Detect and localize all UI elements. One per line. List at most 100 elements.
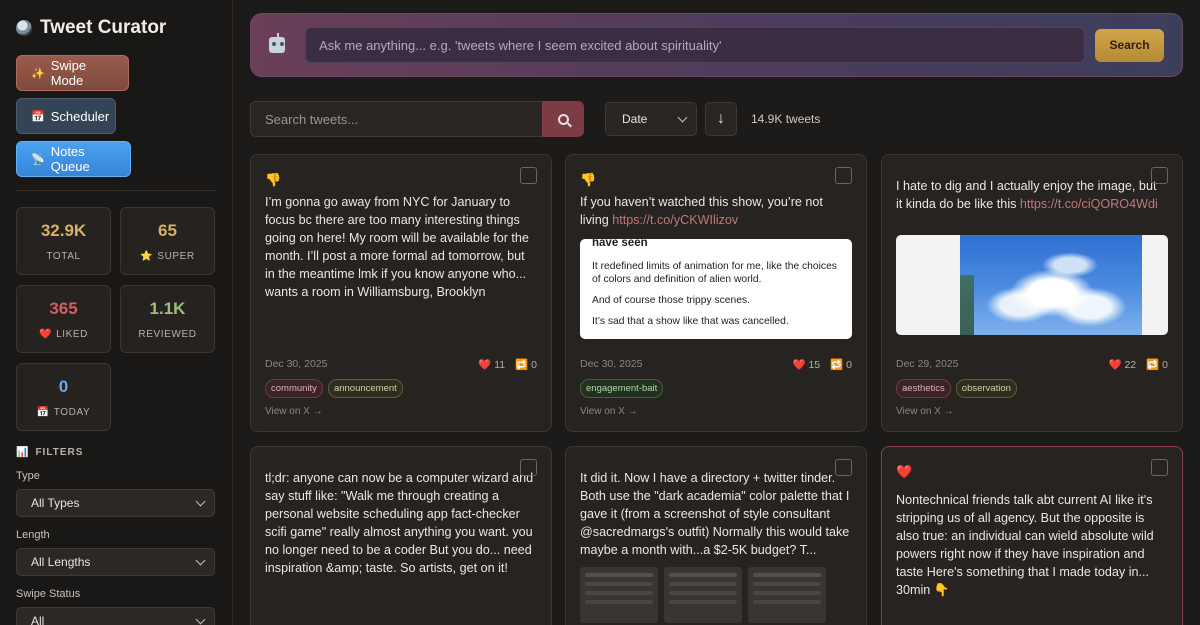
likes-count: 15 bbox=[808, 359, 821, 371]
retweet-icon: 🔁 bbox=[830, 359, 844, 371]
tweet-text: It did it. Now I have a directory + twit… bbox=[580, 471, 850, 557]
media-preview[interactable] bbox=[580, 567, 852, 623]
select-checkbox[interactable] bbox=[1151, 459, 1168, 476]
tweet-link[interactable]: https://t.co/ciQORO4Wdi bbox=[1020, 197, 1158, 211]
select-checkbox[interactable] bbox=[835, 459, 852, 476]
view-on-x-link[interactable]: View on X → bbox=[896, 406, 954, 417]
retweets: 🔁 0 bbox=[1146, 358, 1168, 371]
tweet-card[interactable]: It did it. Now I have a directory + twit… bbox=[565, 446, 867, 625]
heart-icon: ❤️ bbox=[478, 359, 492, 371]
likes-count: 22 bbox=[1124, 359, 1137, 371]
sidebar-divider bbox=[16, 190, 216, 191]
tweet-card[interactable]: 👎 If you haven’t watched this show, you’… bbox=[565, 154, 867, 432]
card-header: 👎 bbox=[580, 169, 852, 191]
stat-liked-value: 365 bbox=[49, 298, 78, 318]
tweet-text-wrap: I hate to dig and I actually enjoy the i… bbox=[896, 177, 1168, 213]
stat-reviewed: 1.1K REVIEWED bbox=[120, 285, 215, 353]
app-title: Tweet Curator bbox=[16, 16, 216, 40]
tweet-search-button[interactable] bbox=[542, 101, 584, 137]
tag[interactable]: announcement bbox=[327, 379, 403, 398]
scheduler-button[interactable]: 📅 Scheduler bbox=[16, 98, 116, 134]
heart-icon: ❤️ bbox=[792, 359, 806, 371]
tag[interactable]: aesthetics bbox=[896, 379, 951, 398]
card-meta: Dec 30, 2025 ❤️ 11 🔁 0 bbox=[265, 358, 537, 371]
tweet-metrics: ❤️ 22 🔁 0 bbox=[1108, 358, 1168, 371]
screenshot-thumbnail bbox=[664, 567, 742, 623]
satellite-icon: 📡 bbox=[31, 153, 45, 166]
tag[interactable]: engagement-bait bbox=[580, 379, 664, 398]
likes-count: 11 bbox=[494, 359, 506, 371]
sort-select[interactable]: Date bbox=[605, 102, 697, 136]
stat-today-label-wrap: 📅 TODAY bbox=[37, 407, 91, 418]
select-checkbox[interactable] bbox=[520, 459, 537, 476]
swipe-mode-label: Swipe Mode bbox=[50, 58, 87, 88]
app-title-text: Tweet Curator bbox=[40, 17, 167, 38]
retweets: 🔁 0 bbox=[830, 358, 852, 371]
notes-queue-button[interactable]: 📡 Notes Queue bbox=[16, 141, 131, 177]
swipe-status-filter-label: Swipe Status bbox=[16, 588, 81, 600]
select-checkbox[interactable] bbox=[1151, 167, 1168, 184]
calendar-icon: 📅 bbox=[36, 406, 50, 418]
stat-reviewed-label: REVIEWED bbox=[138, 328, 197, 340]
card-meta: Dec 29, 2025 ❤️ 22 🔁 0 bbox=[896, 358, 1168, 371]
swipe-mode-button[interactable]: ✨ Swipe Mode bbox=[16, 55, 129, 91]
tweet-metrics: ❤️ 11 🔁 0 bbox=[478, 358, 537, 371]
view-on-x-link[interactable]: View on X → bbox=[580, 406, 638, 417]
type-filter-label: Type bbox=[16, 470, 40, 482]
stat-total-value: 32.9K bbox=[40, 220, 87, 240]
tag[interactable]: observation bbox=[955, 379, 1017, 398]
tweet-text-wrap: If you haven’t watched this show, you’re… bbox=[580, 193, 852, 229]
tag[interactable]: community bbox=[265, 379, 323, 398]
select-checkbox[interactable] bbox=[520, 167, 537, 184]
length-filter-select[interactable]: All Lengths bbox=[16, 548, 215, 576]
card-header: ❤️ bbox=[896, 461, 1168, 483]
stat-total-label: TOTAL bbox=[46, 250, 81, 262]
tweet-link[interactable]: https://t.co/yCKWIlizov bbox=[612, 213, 738, 227]
card-meta: Dec 30, 2025 ❤️ 15 🔁 0 bbox=[580, 358, 852, 371]
media-preview[interactable] bbox=[896, 235, 1168, 335]
swipe-status-filter-select[interactable]: All bbox=[16, 607, 215, 625]
stat-super-label-wrap: ⭐ SUPER bbox=[140, 251, 195, 262]
preview-paragraph: It’s sad that a show like that was cance… bbox=[592, 316, 789, 327]
stat-super: 65 ⭐ SUPER bbox=[120, 207, 215, 275]
stat-liked: 365 ❤️ LIKED bbox=[16, 285, 111, 353]
tweet-text: Nontechnical friends talk abt current AI… bbox=[896, 493, 1154, 597]
robot-icon bbox=[269, 33, 286, 53]
view-on-x-link[interactable]: View on X → bbox=[265, 406, 323, 417]
tweet-card[interactable]: ❤️ Nontechnical friends talk abt current… bbox=[881, 446, 1183, 625]
stat-super-label: SUPER bbox=[157, 250, 195, 262]
filters-heading: 📊 FILTERS bbox=[16, 447, 216, 458]
stats-grid: 32.9K TOTAL 65 ⭐ SUPER 365 ❤️ LIKED 1.1K… bbox=[16, 207, 216, 431]
heart-icon: ❤️ bbox=[896, 464, 913, 479]
toolbar: Search tweets... Date ↓ 14.9K tweets bbox=[250, 101, 820, 137]
tweet-card[interactable]: tl;dr: anyone can now be a computer wiza… bbox=[250, 446, 552, 625]
retweets-count: 0 bbox=[846, 359, 852, 371]
stat-total: 32.9K TOTAL bbox=[16, 207, 111, 275]
tweet-card[interactable]: 👎 I’m gonna go away from NYC for January… bbox=[250, 154, 552, 432]
retweet-icon: 🔁 bbox=[1146, 359, 1160, 371]
scheduler-label: Scheduler bbox=[50, 108, 110, 124]
length-filter-value: All Lengths bbox=[31, 555, 91, 569]
chevron-down-icon bbox=[195, 614, 206, 624]
preview-heading: have seen bbox=[592, 239, 648, 249]
tag-list: engagement-bait bbox=[580, 379, 664, 398]
type-filter-select[interactable]: All Types bbox=[16, 489, 215, 517]
heart-icon: ❤️ bbox=[1108, 359, 1122, 371]
heart-icon: ❤️ bbox=[39, 328, 53, 340]
ai-search-button[interactable]: Search bbox=[1095, 28, 1164, 62]
stat-liked-label-wrap: ❤️ LIKED bbox=[39, 329, 88, 340]
screenshot-thumbnail bbox=[580, 567, 658, 623]
thumbs-down-icon: 👎 bbox=[265, 172, 282, 187]
sort-direction-button[interactable]: ↓ bbox=[705, 102, 737, 136]
select-checkbox[interactable] bbox=[835, 167, 852, 184]
media-preview[interactable]: have seen It redefined limits of animati… bbox=[580, 239, 852, 339]
sparkles-icon: ✨ bbox=[31, 67, 45, 80]
chevron-down-icon bbox=[195, 555, 206, 565]
retweet-icon: 🔁 bbox=[515, 359, 529, 371]
ai-search-input[interactable]: Ask me anything... e.g. 'tweets where I … bbox=[305, 27, 1086, 63]
tweet-metrics: ❤️ 15 🔁 0 bbox=[792, 358, 852, 371]
tweet-date: Dec 30, 2025 bbox=[580, 358, 643, 370]
stat-today-value: 0 bbox=[58, 376, 69, 396]
tweet-card[interactable]: I hate to dig and I actually enjoy the i… bbox=[881, 154, 1183, 432]
tweet-search-input[interactable]: Search tweets... bbox=[250, 101, 542, 137]
